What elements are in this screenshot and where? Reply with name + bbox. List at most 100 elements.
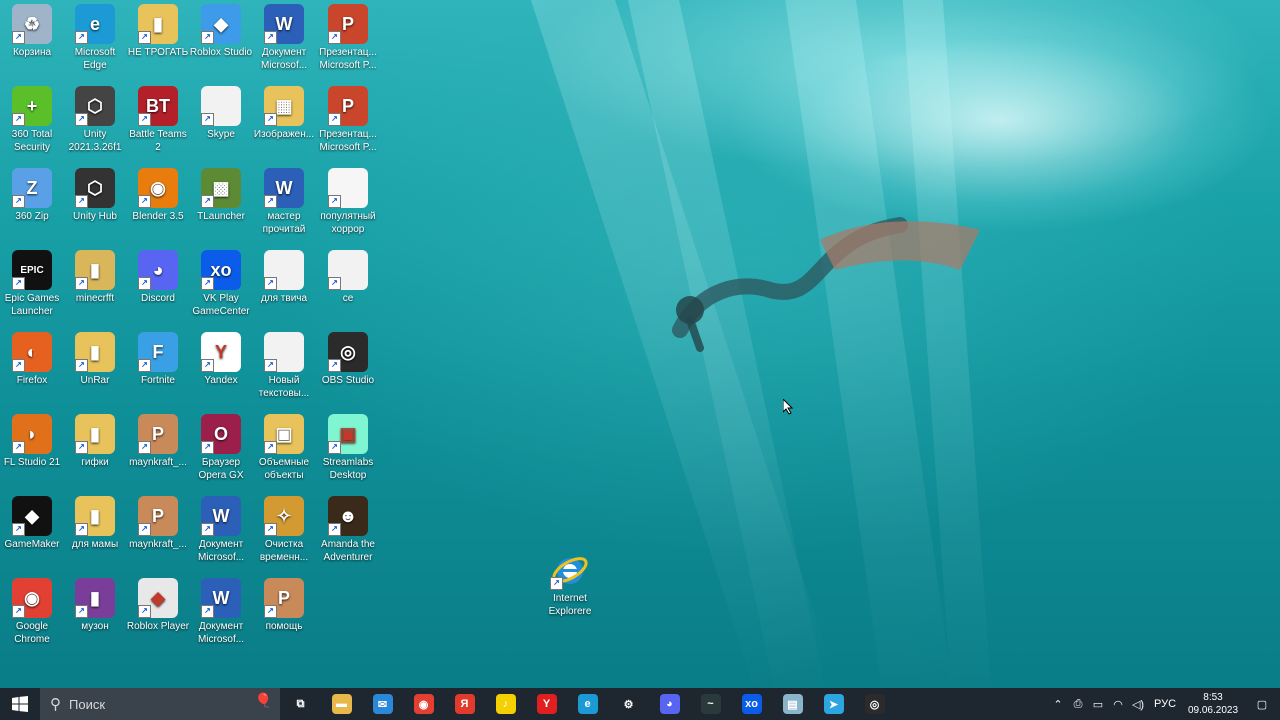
- maynkraft-1-shortcut[interactable]: P ↗ maynkraft_...: [126, 410, 190, 490]
- taskbar-task-view-button[interactable]: ⧉: [280, 688, 321, 720]
- fl-studio-shortcut[interactable]: ◗ ↗ FL Studio 21: [0, 410, 64, 490]
- epic-games-shortcut[interactable]: EPIC ↗ Epic Games Launcher: [0, 246, 64, 326]
- yandex-shortcut[interactable]: Y ↗ Yandex: [189, 328, 253, 408]
- popular-horror-shortcut[interactable]: ↗ популятный хоррор: [316, 164, 380, 244]
- gamemaker-shortcut[interactable]: ◆ ↗ GameMaker: [0, 492, 64, 572]
- google-chrome-shortcut[interactable]: ◉ ↗ Google Chrome: [0, 574, 64, 654]
- taskbar-file-explorer-button[interactable]: ▬: [321, 688, 362, 720]
- 360-zip-label: 360 Zip: [15, 211, 49, 222]
- language-indicator[interactable]: РУС: [1148, 688, 1182, 720]
- shortcut-arrow-icon: ↗: [138, 605, 151, 618]
- taskbar-mail-button[interactable]: ✉: [362, 688, 403, 720]
- muzon-shortcut[interactable]: ▮ ↗ музон: [63, 574, 127, 654]
- wifi-icon[interactable]: ◠: [1108, 688, 1128, 720]
- shortcut-arrow-icon: ↗: [550, 577, 563, 590]
- shortcut-arrow-icon: ↗: [201, 441, 214, 454]
- taskbar-settings-button[interactable]: ⚙: [608, 688, 649, 720]
- shortcut-arrow-icon: ↗: [75, 359, 88, 372]
- taskbar-vk-play-button[interactable]: xo: [731, 688, 772, 720]
- microsoft-edge-shortcut[interactable]: e ↗ Microsoft Edge: [63, 0, 127, 80]
- firefox-shortcut[interactable]: ◐ ↗ Firefox: [0, 328, 64, 408]
- streamlabs-shortcut[interactable]: ▣ ↗ Streamlabs Desktop: [316, 410, 380, 490]
- document-word-3-label: Документ Microsof...: [197, 621, 245, 645]
- battery-icon[interactable]: ▭: [1088, 688, 1108, 720]
- presentation-1-shortcut[interactable]: P ↗ Презентац... Microsoft P...: [316, 0, 380, 80]
- disk-cleanup-shortcut[interactable]: ✧ ↗ Очистка временн...: [252, 492, 316, 572]
- taskbar-yandex-browser-button[interactable]: Я: [444, 688, 485, 720]
- gifki-shortcut[interactable]: ▮ ↗ гифки: [63, 410, 127, 490]
- shortcut-arrow-icon: ↗: [328, 195, 341, 208]
- taskbar-search-box[interactable]: ⚲ Поиск 🎈: [40, 688, 280, 720]
- clock[interactable]: 8:53 09.06.2023: [1182, 691, 1244, 717]
- volume-icon[interactable]: ◁): [1128, 688, 1148, 720]
- shortcut-arrow-icon: ↗: [264, 441, 277, 454]
- skype-shortcut[interactable]: ↗ Skype: [189, 82, 253, 162]
- battle-teams-2-shortcut[interactable]: BT ↗ Battle Teams 2: [126, 82, 190, 162]
- vk-play-shortcut[interactable]: xo ↗ VK Play GameCenter: [189, 246, 253, 326]
- minecraft-icon: ▩ ↗: [201, 168, 241, 208]
- document-word-1-shortcut[interactable]: W ↗ Документ Microsof...: [252, 0, 316, 80]
- document-word-2-shortcut[interactable]: W ↗ Документ Microsof...: [189, 492, 253, 572]
- ce-label: се: [342, 293, 354, 304]
- taskbar-notepad-button[interactable]: ▤: [772, 688, 813, 720]
- yandex-icon: Y ↗: [201, 332, 241, 372]
- discord-shortcut[interactable]: ◕ ↗ Discord: [126, 246, 190, 326]
- recycle-bin-icon: ♻ ↗: [12, 4, 52, 44]
- folder-icon: ▮ ↗: [75, 250, 115, 290]
- taskbar-ya-music-button[interactable]: ♪: [485, 688, 526, 720]
- roblox-player-shortcut[interactable]: ◆ ↗ Roblox Player: [126, 574, 190, 654]
- 360-zip-shortcut[interactable]: Z ↗ 360 Zip: [0, 164, 64, 244]
- taskbar-yandex-button[interactable]: Y: [526, 688, 567, 720]
- unity-2021-shortcut[interactable]: ⬡ ↗ Unity 2021.3.26f1: [63, 82, 127, 162]
- minecrfft-shortcut[interactable]: ▮ ↗ minecrfft: [63, 246, 127, 326]
- usb-icon[interactable]: ⎙: [1068, 688, 1088, 720]
- maynkraft-2-shortcut[interactable]: P ↗ maynkraft_...: [126, 492, 190, 572]
- unrar-shortcut[interactable]: ▮ ↗ UnRar: [63, 328, 127, 408]
- master-prochitai-shortcut[interactable]: W ↗ мастер прочитай: [252, 164, 316, 244]
- document-word-3-shortcut[interactable]: W ↗ Документ Microsof...: [189, 574, 253, 654]
- shortcut-arrow-icon: ↗: [12, 359, 25, 372]
- chevron-up-icon[interactable]: ⌃: [1048, 688, 1068, 720]
- pomosch-shortcut[interactable]: P ↗ помощь: [252, 574, 316, 654]
- chrome-icon: ◉ ↗: [12, 578, 52, 618]
- recycle-bin-shortcut[interactable]: ♻ ↗ Корзина: [0, 0, 64, 80]
- taskbar-discord-button[interactable]: ◕: [649, 688, 690, 720]
- roblox-studio-shortcut[interactable]: ◆ ↗ Roblox Studio: [189, 0, 253, 80]
- tlauncher-shortcut[interactable]: ▩ ↗ TLauncher: [189, 164, 253, 244]
- 3d-objects-shortcut[interactable]: ▣ ↗ Объемные объекты: [252, 410, 316, 490]
- taskbar-terminal-button[interactable]: ~: [690, 688, 731, 720]
- taskbar-telegram-button[interactable]: ➤: [813, 688, 854, 720]
- fortnite-icon: F ↗: [138, 332, 178, 372]
- opera-gx-shortcut[interactable]: O ↗ Браузер Opera GX: [189, 410, 253, 490]
- powerpoint-icon: P ↗: [328, 4, 368, 44]
- blender-shortcut[interactable]: ◉ ↗ Blender 3.5: [126, 164, 190, 244]
- windows-logo-icon: [12, 696, 28, 712]
- shortcut-arrow-icon: ↗: [328, 359, 341, 372]
- roblox-icon: ◆ ↗: [138, 578, 178, 618]
- internet-explorer-shortcut[interactable]: ↗ Internet Explorere: [538, 546, 602, 626]
- gear-icon: ⚙: [618, 694, 639, 714]
- document-word-2-label: Документ Microsof...: [197, 539, 245, 563]
- for-twitch-shortcut[interactable]: ↗ для твича: [252, 246, 316, 326]
- unity-hub-shortcut[interactable]: ⬡ ↗ Unity Hub: [63, 164, 127, 244]
- for-mom-shortcut[interactable]: ▮ ↗ для мамы: [63, 492, 127, 572]
- shortcut-arrow-icon: ↗: [75, 277, 88, 290]
- shortcut-arrow-icon: ↗: [264, 523, 277, 536]
- ce-shortcut[interactable]: ↗ се: [316, 246, 380, 326]
- images-shortcut[interactable]: ▦ ↗ Изображен...: [252, 82, 316, 162]
- amanda-shortcut[interactable]: ☻ ↗ Amanda the Adventurer: [316, 492, 380, 572]
- new-text-shortcut[interactable]: ↗ Новый текстовы...: [252, 328, 316, 408]
- taskbar-edge-button[interactable]: e: [567, 688, 608, 720]
- telegram-icon: ➤: [823, 694, 844, 714]
- start-button[interactable]: [0, 688, 40, 720]
- notification-center-icon[interactable]: ▢: [1244, 688, 1280, 720]
- fortnite-shortcut[interactable]: F ↗ Fortnite: [126, 328, 190, 408]
- obs-studio-shortcut[interactable]: ◎ ↗ OBS Studio: [316, 328, 380, 408]
- taskbar-obs-button[interactable]: ◎: [854, 688, 895, 720]
- ne-trogat-shortcut[interactable]: ▮ ↗ НЕ ТРОГАТЬ: [126, 0, 190, 80]
- presentation-2-shortcut[interactable]: P ↗ Презентац... Microsoft P...: [316, 82, 380, 162]
- edge-icon: e ↗: [75, 4, 115, 44]
- 360-total-security-shortcut[interactable]: + ↗ 360 Total Security: [0, 82, 64, 162]
- unity-hub-icon: ⬡ ↗: [75, 168, 115, 208]
- taskbar-chrome-button[interactable]: ◉: [403, 688, 444, 720]
